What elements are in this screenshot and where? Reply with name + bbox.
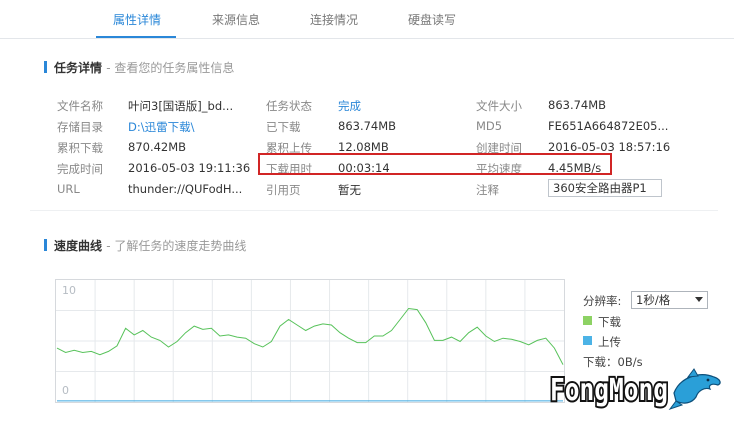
speed-curve-subtitle: - 了解任务的速度走势曲线 [106,239,247,253]
download-legend-swatch [583,316,592,325]
completed-time-label: 完成时间 [57,162,103,176]
url-value: thunder://QUFodH... [128,182,243,196]
resolution-select[interactable]: 1秒/格 [631,291,708,309]
upload-legend-label: 上传 [598,335,621,349]
accum-upload-value: 12.08MB [338,140,389,154]
url-label: URL [57,182,80,196]
file-name-label: 文件名称 [57,99,103,113]
tab-source[interactable]: 来源信息 [212,11,260,28]
downloaded-value: 863.74MB [338,119,397,133]
md5-label: MD5 [476,119,503,133]
storage-dir-link[interactable]: D:\迅雷下载\ [128,119,194,135]
resolution-value: 1秒/格 [636,293,671,307]
watermark-text: FongMong [550,373,668,408]
remark-input[interactable]: 360安全路由器P1 [548,179,662,197]
section-marker [44,61,47,73]
upload-legend-swatch [583,336,592,345]
storage-dir-label: 存储目录 [57,120,103,134]
referer-value: 暂无 [338,183,361,197]
fongmong-watermark: FongMong [548,363,724,413]
referer-label: 引用页 [266,183,301,197]
tab-bar: 属性详情 来源信息 连接情况 硬盘读写 [0,0,734,39]
remark-label: 注释 [476,183,499,197]
task-details-subtitle: - 查看您的任务属性信息 [106,61,235,75]
dolphin-icon [668,368,721,410]
speed-curve-title: 速度曲线 [54,239,103,253]
accum-download-value: 870.42MB [128,140,187,154]
resolution-label: 分辨率: [583,294,622,308]
watermark-graphic: FongMong [548,368,721,410]
section-divider [30,210,718,211]
downloaded-label: 已下载 [266,120,301,134]
download-series-line [56,307,564,365]
task-status-label: 任务状态 [266,99,312,113]
highlight-annotation-box [258,153,612,175]
file-size-value: 863.74MB [548,98,607,112]
speed-chart: 10 0 6 [55,279,565,403]
y-axis-top-label: 10 [62,284,76,297]
task-status-value: 完成 [338,99,361,113]
md5-value: FE651A664872E05... [548,119,669,133]
speed-chart-plot [56,280,564,402]
tab-connections[interactable]: 连接情况 [310,11,358,28]
download-legend-label: 下载 [598,315,621,329]
section-marker [44,239,47,251]
y-axis-bottom-label: 0 [62,384,69,397]
speed-curve-header: 速度曲线 - 了解任务的速度走势曲线 [44,237,246,254]
accum-download-label: 累积下载 [57,141,103,155]
file-name-value: 叶问3[国语版]_bd... [128,99,234,113]
file-size-label: 文件大小 [476,99,522,113]
tab-disk-io[interactable]: 硬盘读写 [408,11,456,28]
completed-time-value: 2016-05-03 19:11:36 [128,161,251,175]
task-details-title: 任务详情 [54,61,103,75]
active-tab-indicator [96,36,176,38]
chevron-down-icon [695,297,703,302]
created-time-value: 2016-05-03 18:57:16 [548,140,671,154]
task-details-header: 任务详情 - 查看您的任务属性信息 [44,59,234,76]
tab-properties[interactable]: 属性详情 [113,11,161,28]
